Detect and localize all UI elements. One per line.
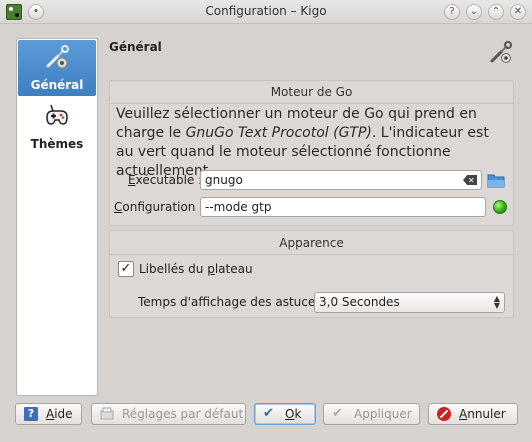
apply-button[interactable]: ✔ Appliquer [323,403,420,425]
description-protocol: GnuGo Text Procotol (GTP) [185,125,372,141]
executable-value: gnugo [205,173,243,187]
label-text: onfiguration : [122,200,204,214]
spin-arrows-icon[interactable]: ▲ ▼ [494,295,500,310]
tools-icon [46,45,69,69]
sidebar-item-label: Thèmes [30,137,84,151]
check-icon: ✓ [120,261,132,276]
group-divider [110,103,513,104]
apply-button-label: Appliquer [354,407,412,421]
help-title-button[interactable]: ? [444,4,460,20]
cancel-icon [437,407,451,421]
label-text: ide [54,407,73,421]
label-text: nnuler [467,407,506,421]
engine-status-indicator [493,200,507,214]
clear-text-icon[interactable] [463,175,477,185]
hint-time-value: 3,0 Secondes [319,295,400,309]
board-labels-label[interactable]: Libellés du plateau [139,262,253,276]
group-divider [110,254,513,255]
ok-button-label: Ok [285,404,301,424]
label-text: xécutable : [135,173,203,187]
sidebar-item-label: Général [30,78,84,92]
ok-button[interactable]: ✔ Ok [254,403,316,425]
close-button[interactable]: ✕ [510,4,526,20]
configuration-value: --mode gtp [205,200,272,214]
mnemonic: E [128,173,136,187]
mnemonic: p [207,262,215,276]
label-text: Libellés du [139,262,208,276]
help-button[interactable]: ? Aide [15,403,82,425]
defaults-button[interactable]: Réglages par défaut [91,403,246,425]
close-icon: ✕ [513,6,523,17]
label-text: lateau [214,262,253,276]
minimize-button[interactable]: ⌄ [466,4,482,20]
title-bar[interactable]: • Configuration – Kigo ? ⌄ ⌃ ✕ [0,0,532,24]
hint-time-label: Temps d'affichage des astuces : [138,295,330,309]
configuration-label: Configuration : [114,200,203,214]
appearance-group-title: Apparence [279,236,344,250]
gamepad-icon [46,104,68,125]
sidebar-item-general[interactable]: Général [18,40,96,96]
cancel-button-label: Annuler [459,404,506,424]
restore-defaults-icon [100,407,114,420]
tools-icon [490,41,512,63]
board-labels-checkbox[interactable]: ✓ [118,261,134,277]
defaults-button-label: Réglages par défaut [122,407,244,421]
executable-label: Exécutable : [128,173,202,187]
maximize-button[interactable]: ⌃ [488,4,504,20]
help-icon: ? [24,407,38,421]
label-text: k [294,407,302,421]
question-icon: ? [449,6,455,17]
open-folder-icon[interactable] [487,172,505,188]
executable-input[interactable]: gnugo [200,170,482,190]
mnemonic: A [459,407,468,421]
maximize-icon: ⌃ [491,6,501,17]
config-dialog: • Configuration – Kigo ? ⌄ ⌃ ✕ Général T… [0,0,532,442]
checkmark-icon: ✔ [332,406,343,421]
configuration-input[interactable]: --mode gtp [200,197,486,217]
minimize-icon: ⌄ [469,6,479,17]
page-sidebar: Général Thèmes [16,38,98,396]
hint-time-spinbox[interactable]: 3,0 Secondes ▲ ▼ [314,292,505,313]
cancel-button[interactable]: Annuler [428,403,518,425]
mnemonic: A [46,407,55,421]
page-title: Général [109,40,162,54]
sidebar-item-themes[interactable]: Thèmes [18,99,96,155]
help-button-label: Aide [46,404,73,424]
engine-group-title: Moteur de Go [270,85,353,99]
checkmark-icon: ✔ [263,406,274,421]
